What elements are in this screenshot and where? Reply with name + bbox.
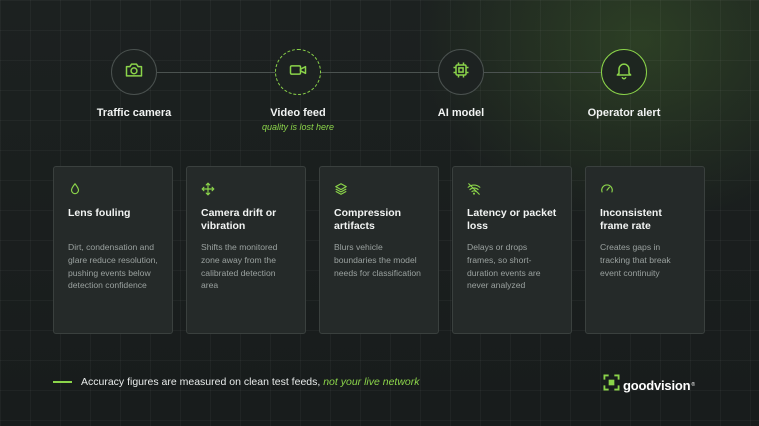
card-title: Camera drift or vibration — [201, 207, 277, 232]
card-compression-artifacts: Compression artifacts Blurs vehicle boun… — [319, 166, 439, 334]
card-description: Blurs vehicle boundaries the model needs… — [334, 242, 421, 278]
card-lens-fouling: Lens fouling Dirt, condensation and glar… — [53, 166, 173, 334]
camera-icon — [124, 60, 144, 85]
footer-note-highlight: not your live network — [323, 376, 420, 388]
bell-icon — [614, 60, 634, 85]
footer-text: Accuracy figures are measured on clean t… — [81, 376, 420, 388]
stage-label: Operator alert — [587, 107, 661, 119]
logo-wordmark: goodvision — [623, 377, 691, 393]
goodvision-logo: goodvision ® — [603, 374, 695, 396]
stage-traffic-camera: Traffic camera — [54, 49, 214, 119]
stage-node — [438, 49, 484, 95]
stage-label: Video feed — [270, 107, 326, 119]
stage-sublabel: quality is lost here — [261, 122, 335, 132]
card-latency-packet-loss: Latency or packet loss Delays or drops f… — [452, 166, 572, 334]
stage-operator-alert: Operator alert — [544, 49, 704, 119]
stage-video-feed: Video feed quality is lost here — [218, 49, 378, 132]
stage-ai-model: AI model — [381, 49, 541, 119]
card-description: Shifts the monitored zone away from the … — [201, 242, 278, 291]
footer-note: Accuracy figures are measured on clean t… — [53, 376, 420, 388]
logo-text-vision: vision — [653, 377, 691, 393]
layers-icon — [334, 182, 425, 196]
video-camera-icon — [288, 60, 308, 85]
gauge-icon — [600, 182, 691, 196]
card-description: Creates gaps in tracking that break even… — [600, 242, 671, 278]
footer-note-text: Accuracy figures are measured on clean t… — [81, 376, 321, 388]
move-arrows-icon — [201, 182, 292, 196]
accent-dash — [53, 381, 72, 383]
card-title: Lens fouling — [68, 207, 131, 219]
logo-text-good: good — [623, 377, 654, 393]
droplet-icon — [68, 182, 159, 196]
wifi-off-icon — [467, 182, 558, 196]
stage-label: AI model — [437, 107, 485, 119]
card-title: Inconsistent frame rate — [600, 207, 662, 232]
stage-label: Traffic camera — [96, 107, 172, 119]
stage-node — [111, 49, 157, 95]
card-title: Compression artifacts — [334, 207, 402, 232]
pipeline-diagram: Traffic camera Video feed quality is los… — [0, 0, 759, 140]
card-description: Dirt, condensation and glare reduce reso… — [68, 242, 158, 291]
card-inconsistent-frame-rate: Inconsistent frame rate Creates gaps in … — [585, 166, 705, 334]
card-description: Delays or drops frames, so short-duratio… — [467, 242, 541, 291]
stage-node — [275, 49, 321, 95]
issue-cards: Lens fouling Dirt, condensation and glar… — [53, 166, 706, 334]
logo-registered-mark: ® — [691, 382, 696, 388]
stage-node — [601, 49, 647, 95]
card-title: Latency or packet loss — [467, 207, 557, 232]
logo-mark-icon — [603, 374, 623, 396]
card-camera-drift: Camera drift or vibration Shifts the mon… — [186, 166, 306, 334]
chip-icon — [451, 60, 471, 85]
